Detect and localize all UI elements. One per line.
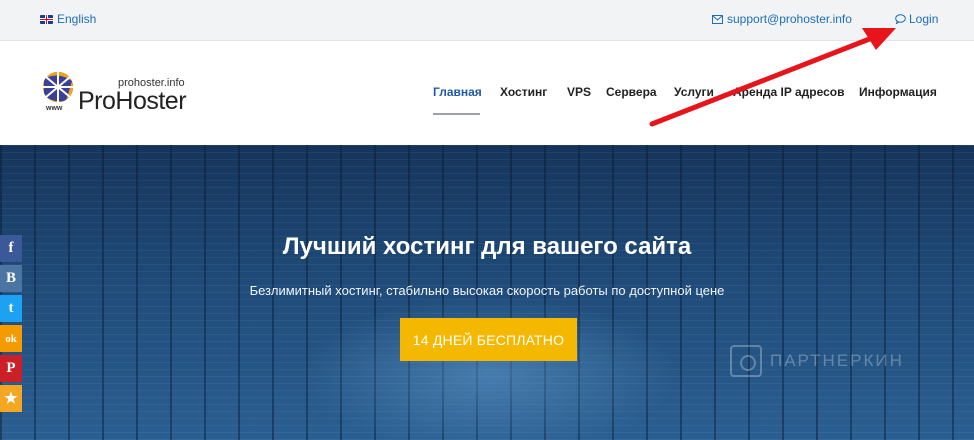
logo-www: www <box>46 105 63 112</box>
watermark-text: ПАРТНЕРКИН <box>770 351 904 370</box>
nav-item-vps[interactable]: VPS <box>567 85 591 99</box>
support-email: support@prohoster.info <box>727 12 852 26</box>
watermark-icon <box>730 345 762 377</box>
nav-item-home[interactable]: Главная <box>433 85 482 99</box>
nav-item-servers[interactable]: Сервера <box>606 85 657 99</box>
vk-icon[interactable]: B <box>0 265 22 292</box>
odnoklassniki-icon[interactable]: ok <box>0 325 22 352</box>
mail-icon <box>712 14 723 24</box>
active-nav-underline <box>433 113 480 115</box>
support-email-link[interactable]: support@prohoster.info <box>712 12 852 26</box>
favorite-icon[interactable]: ★ <box>0 385 22 412</box>
twitter-icon[interactable]: t <box>0 295 22 322</box>
hero-subtitle: Безлимитный хостинг, стабильно высокая с… <box>249 283 725 298</box>
watermark: ПАРТНЕРКИН <box>730 345 904 377</box>
login-label: Login <box>909 12 939 26</box>
login-link[interactable]: Login <box>895 12 938 26</box>
language-switch[interactable]: English <box>40 12 96 26</box>
pinterest-icon[interactable]: P <box>0 355 22 382</box>
social-share-bar: f B t ok P ★ <box>0 235 22 415</box>
hero-banner: Лучший хостинг для вашего сайта Безлимит… <box>0 145 974 440</box>
nav-item-hosting[interactable]: Хостинг <box>500 85 547 99</box>
site-header: prohoster.info ProHoster www Главная Хос… <box>0 41 974 145</box>
main-nav: Главная Хостинг VPS Сервера Услуги Аренд… <box>0 85 974 105</box>
free-trial-button[interactable]: 14 ДНЕЙ БЕСПЛАТНО <box>400 318 577 361</box>
hero-title: Лучший хостинг для вашего сайта <box>282 233 692 260</box>
uk-flag-icon <box>40 14 53 24</box>
nav-item-services[interactable]: Услуги <box>674 85 714 99</box>
facebook-icon[interactable]: f <box>0 235 22 262</box>
language-label: English <box>57 12 97 26</box>
nav-item-ip-rent[interactable]: Аренда IP адресов <box>733 85 845 99</box>
nav-item-info[interactable]: Информация <box>859 85 937 99</box>
top-bar: English support@prohoster.info Login <box>0 0 974 41</box>
chat-bubble-icon <box>895 14 906 24</box>
